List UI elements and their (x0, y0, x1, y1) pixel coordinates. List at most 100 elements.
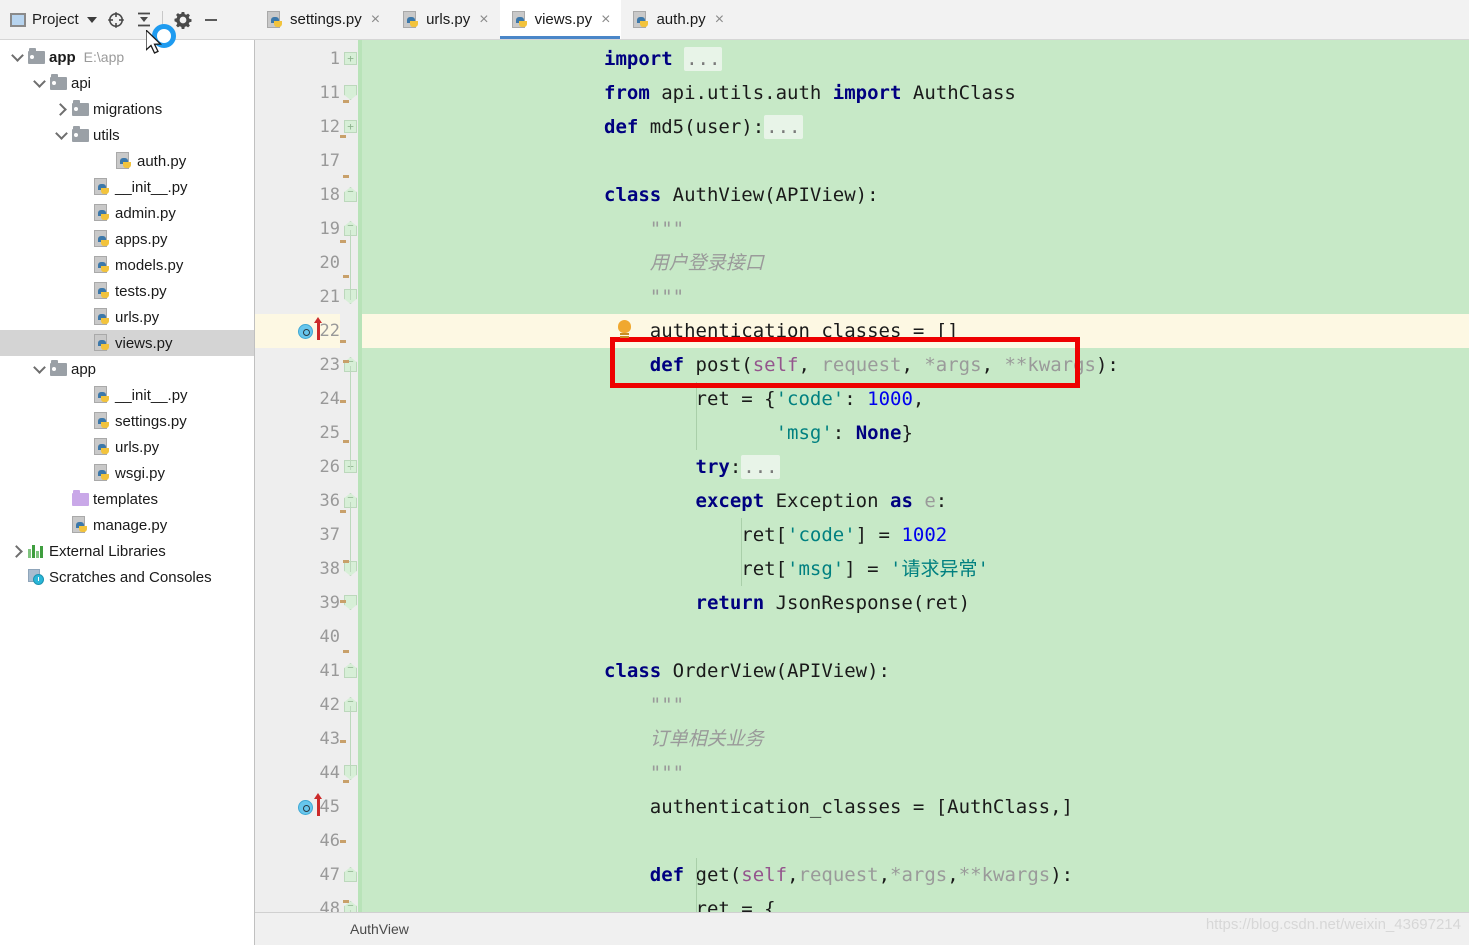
tree-twisty[interactable] (74, 278, 92, 304)
code-line[interactable]: ret['msg'] = '请求异常' (604, 552, 989, 586)
error-stripe-mark[interactable] (343, 650, 349, 653)
minimize-icon[interactable] (198, 7, 224, 33)
folded-ellipsis[interactable]: ... (764, 115, 803, 139)
tree-item-app[interactable]: app (0, 356, 254, 382)
chevron-right-icon[interactable] (9, 544, 23, 558)
code-editor[interactable]: 1 11 12 17 18 19 20 21 22 23 24 25 26 36 37 38 39 40 41 42 4… (255, 40, 1469, 912)
code-folding-strip[interactable]: ++−−−+−−−−− (340, 40, 358, 912)
tree-item-manage-py[interactable]: manage.py (0, 512, 254, 538)
override-method-icon[interactable] (298, 800, 313, 815)
tree-item--init-py[interactable]: __init__.py (0, 382, 254, 408)
chevron-right-icon[interactable] (53, 102, 67, 116)
tree-item-app[interactable]: app E:\app (0, 44, 254, 70)
chevron-down-icon[interactable] (10, 48, 24, 62)
fold-region-start-icon[interactable]: − (344, 663, 357, 678)
tree-twisty[interactable] (8, 564, 26, 590)
project-tree[interactable]: app E:\app api migrations utils auth.py __init… (0, 40, 254, 590)
error-stripe-mark[interactable] (340, 840, 346, 843)
tree-item-models-py[interactable]: models.py (0, 252, 254, 278)
code-line[interactable]: 用户登录接口 (604, 246, 764, 280)
code-line[interactable]: def post(self, request, *args, **kwargs)… (604, 348, 1119, 382)
tree-item-views-py[interactable]: views.py (0, 330, 254, 356)
tree-item--init-py[interactable]: __init__.py (0, 174, 254, 200)
code-line[interactable]: return JsonResponse(ret) (604, 586, 971, 620)
tree-twisty[interactable] (8, 538, 26, 564)
tree-twisty[interactable] (74, 200, 92, 226)
fold-region-end-icon[interactable] (344, 85, 357, 100)
code-line[interactable]: """ (604, 212, 684, 246)
tree-twisty[interactable] (74, 460, 92, 486)
folded-ellipsis[interactable]: ... (741, 455, 780, 479)
tree-item-api[interactable]: api (0, 70, 254, 96)
error-stripe-mark[interactable] (340, 740, 346, 743)
fold-region-start-icon[interactable]: − (344, 187, 357, 202)
tree-twisty[interactable] (52, 512, 70, 538)
tree-item-scratches-and-consoles[interactable]: Scratches and Consoles (0, 564, 254, 590)
chevron-down-icon[interactable] (32, 74, 46, 88)
code-line[interactable]: ret = { (604, 892, 776, 912)
overriding-arrow-icon[interactable] (314, 317, 322, 340)
tree-item-settings-py[interactable]: settings.py (0, 408, 254, 434)
code-line[interactable]: try:... (604, 450, 780, 484)
code-line[interactable]: ret['code'] = 1002 (604, 518, 947, 552)
code-line[interactable]: authentication_classes = [AuthClass,] (604, 790, 1073, 824)
tree-twisty[interactable] (74, 434, 92, 460)
tree-twisty[interactable] (8, 44, 26, 70)
code-line[interactable]: 'msg': None} (604, 416, 913, 450)
fold-expand-icon[interactable]: + (344, 120, 357, 133)
intention-bulb-icon[interactable] (618, 320, 631, 335)
tree-twisty[interactable] (74, 382, 92, 408)
tree-item-tests-py[interactable]: tests.py (0, 278, 254, 304)
fold-expand-icon[interactable]: + (344, 52, 357, 65)
error-stripe-mark[interactable] (343, 900, 349, 903)
tree-item-urls-py[interactable]: urls.py (0, 304, 254, 330)
project-view-selector[interactable]: Project (6, 9, 101, 30)
error-stripe-mark[interactable] (340, 510, 346, 513)
error-stripe-mark[interactable] (343, 275, 349, 278)
tree-twisty[interactable] (52, 96, 70, 122)
error-stripe-mark[interactable] (340, 240, 346, 243)
code-line[interactable]: authentication_classes = [] (604, 314, 959, 348)
error-stripe-mark[interactable] (343, 560, 349, 563)
tree-twisty[interactable] (30, 70, 48, 96)
override-method-icon[interactable] (298, 324, 313, 339)
chevron-down-icon[interactable] (86, 16, 97, 23)
error-stripe-mark[interactable] (340, 400, 346, 403)
code-line[interactable]: def md5(user):... (604, 110, 803, 144)
close-icon[interactable]: × (371, 11, 380, 28)
code-line[interactable]: 订单相关业务 (604, 722, 764, 756)
line-number-gutter[interactable]: 1 11 12 17 18 19 20 21 22 23 24 25 26 36 37 38 39 40 41 42 4… (255, 40, 340, 912)
tree-twisty[interactable] (74, 174, 92, 200)
code-line[interactable]: """ (604, 280, 684, 314)
chevron-down-icon[interactable] (32, 360, 46, 374)
code-line[interactable]: def get(self,request,*args,**kwargs): (604, 858, 1073, 892)
tree-twisty[interactable] (74, 252, 92, 278)
tree-item-wsgi-py[interactable]: wsgi.py (0, 460, 254, 486)
tree-item-apps-py[interactable]: apps.py (0, 226, 254, 252)
editor-tab-settings-py[interactable]: settings.py × (255, 0, 391, 39)
tree-twisty[interactable] (74, 226, 92, 252)
tree-twisty[interactable] (74, 408, 92, 434)
error-stripe-mark[interactable] (343, 780, 349, 783)
code-line[interactable]: ret = {'code': 1000, (604, 382, 925, 416)
code-line[interactable]: class AuthView(APIView): (604, 178, 879, 212)
close-icon[interactable]: × (715, 11, 724, 28)
tree-twisty[interactable] (96, 148, 114, 174)
tree-twisty[interactable] (74, 304, 92, 330)
folded-ellipsis[interactable]: ... (684, 47, 723, 71)
code-line[interactable]: """ (604, 688, 684, 722)
error-stripe-mark[interactable] (343, 100, 349, 103)
tree-item-utils[interactable]: utils (0, 122, 254, 148)
tree-twisty[interactable] (52, 122, 70, 148)
code-line[interactable]: class OrderView(APIView): (604, 654, 890, 688)
editor-tab-urls-py[interactable]: urls.py × (391, 0, 500, 39)
editor-tab-views-py[interactable]: views.py × (499, 0, 622, 39)
overriding-arrow-icon[interactable] (314, 793, 322, 816)
close-icon[interactable]: × (479, 11, 488, 28)
tree-twisty[interactable] (30, 356, 48, 382)
code-line[interactable]: import ... (604, 42, 723, 76)
tree-item-migrations[interactable]: migrations (0, 96, 254, 122)
chevron-down-icon[interactable] (54, 126, 68, 140)
error-stripe-mark[interactable] (343, 360, 349, 363)
code-line[interactable]: """ (604, 756, 684, 790)
